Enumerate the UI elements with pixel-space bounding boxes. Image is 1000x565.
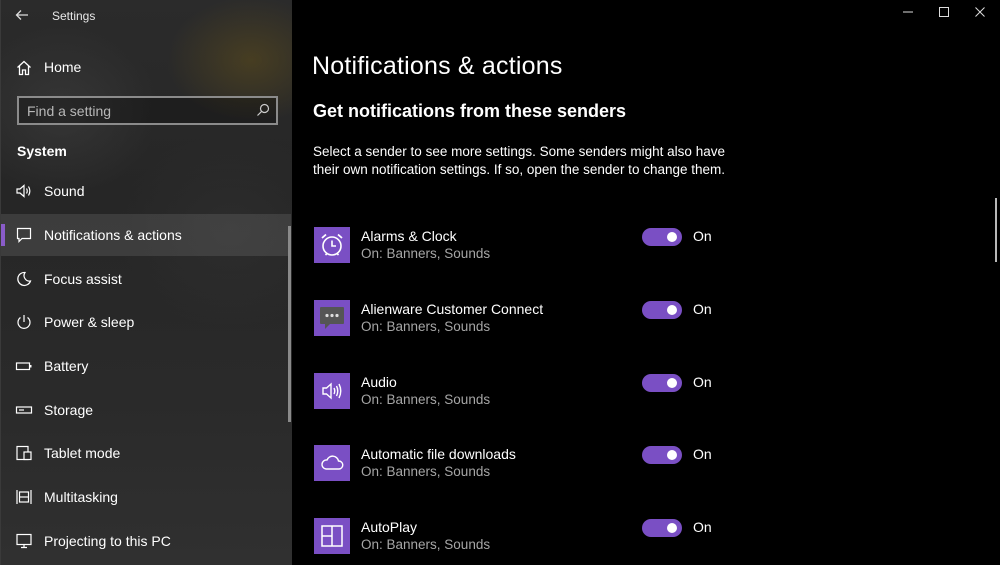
sender-row-alarms-clock[interactable]: Alarms & Clock On: Banners, Sounds On bbox=[314, 227, 794, 267]
multitasking-icon bbox=[16, 490, 32, 504]
toggle-label: On bbox=[693, 374, 712, 390]
speaker-icon bbox=[314, 373, 350, 409]
toggle-label: On bbox=[693, 228, 712, 244]
sidebar-item-power-sleep[interactable]: Power & sleep bbox=[1, 301, 291, 343]
sender-status: On: Banners, Sounds bbox=[361, 537, 491, 552]
speaker-icon bbox=[16, 184, 31, 198]
battery-icon bbox=[15, 362, 32, 371]
maximize-button[interactable] bbox=[934, 6, 954, 24]
sender-toggle[interactable] bbox=[642, 301, 682, 319]
sidebar-item-multitasking[interactable]: Multitasking bbox=[1, 476, 291, 518]
sender-name: Alarms & Clock bbox=[361, 228, 457, 244]
close-button[interactable] bbox=[970, 6, 990, 24]
section-description: Select a sender to see more settings. So… bbox=[313, 144, 726, 177]
sidebar-scrollbar[interactable] bbox=[288, 226, 291, 422]
search-box[interactable] bbox=[17, 96, 278, 125]
sender-name: Alienware Customer Connect bbox=[361, 301, 544, 317]
sender-toggle[interactable] bbox=[642, 374, 682, 392]
home-icon bbox=[17, 60, 31, 76]
sidebar-item-label: Power & sleep bbox=[44, 314, 135, 330]
toggle-label: On bbox=[693, 446, 712, 462]
search-input[interactable] bbox=[27, 101, 247, 121]
sender-toggle[interactable] bbox=[642, 228, 682, 246]
alarm-clock-icon bbox=[314, 227, 350, 263]
sidebar-item-label: Projecting to this PC bbox=[44, 533, 171, 549]
sidebar-item-projecting[interactable]: Projecting to this PC bbox=[1, 520, 291, 562]
storage-icon bbox=[15, 406, 33, 414]
title-bar: Settings bbox=[1, 0, 293, 32]
cloud-icon bbox=[314, 445, 350, 481]
chat-bubble-icon bbox=[314, 300, 350, 336]
minimize-icon bbox=[903, 11, 913, 13]
toggle-label: On bbox=[693, 301, 712, 317]
toggle-knob bbox=[667, 305, 677, 315]
sender-row-audio[interactable]: Audio On: Banners, Sounds On bbox=[314, 373, 794, 413]
sidebar-item-battery[interactable]: Battery bbox=[1, 345, 291, 387]
toggle-label: On bbox=[693, 519, 712, 535]
toggle-knob bbox=[667, 450, 677, 460]
toggle-knob bbox=[667, 378, 677, 388]
sender-status: On: Banners, Sounds bbox=[361, 319, 491, 334]
sender-name: Audio bbox=[361, 374, 397, 390]
section-title: Get notifications from these senders bbox=[313, 101, 627, 121]
tablet-mode-icon bbox=[16, 445, 32, 461]
sender-row-autoplay[interactable]: AutoPlay On: Banners, Sounds On bbox=[314, 518, 794, 558]
sender-status: On: Banners, Sounds bbox=[361, 464, 491, 479]
toggle-knob bbox=[667, 232, 677, 242]
sender-status: On: Banners, Sounds bbox=[361, 392, 491, 407]
sidebar-section-label: System bbox=[17, 143, 67, 159]
close-icon bbox=[975, 7, 985, 17]
sender-name: Automatic file downloads bbox=[361, 446, 516, 462]
sidebar-item-label: Sound bbox=[44, 183, 85, 199]
sidebar-item-label: Storage bbox=[44, 402, 94, 418]
sidebar: Settings Home System Sound Notifications… bbox=[0, 0, 292, 565]
back-arrow-icon bbox=[15, 10, 28, 20]
sidebar-item-label: Home bbox=[44, 59, 82, 75]
maximize-icon bbox=[939, 7, 949, 17]
moon-icon bbox=[17, 271, 32, 287]
autoplay-icon bbox=[314, 518, 350, 554]
sidebar-item-notifications[interactable]: Notifications & actions bbox=[1, 214, 291, 256]
sender-row-alienware[interactable]: Alienware Customer Connect On: Banners, … bbox=[314, 300, 794, 340]
sidebar-item-label: Multitasking bbox=[44, 489, 118, 505]
back-button[interactable] bbox=[11, 4, 33, 26]
sender-toggle[interactable] bbox=[642, 519, 682, 537]
app-title: Settings bbox=[52, 9, 96, 23]
sidebar-item-label: Notifications & actions bbox=[44, 227, 182, 243]
sender-status: On: Banners, Sounds bbox=[361, 246, 491, 261]
sidebar-item-storage[interactable]: Storage bbox=[1, 389, 291, 431]
sidebar-item-home[interactable]: Home bbox=[1, 46, 291, 88]
search-icon[interactable] bbox=[256, 103, 270, 117]
sidebar-item-label: Battery bbox=[44, 358, 89, 374]
sender-row-automatic-file-downloads[interactable]: Automatic file downloads On: Banners, So… bbox=[314, 445, 794, 485]
sender-toggle[interactable] bbox=[642, 446, 682, 464]
main-content: Notifications & actions Get notification… bbox=[292, 0, 1000, 565]
page-title: Notifications & actions bbox=[312, 52, 563, 80]
minimize-button[interactable] bbox=[898, 6, 918, 24]
power-icon bbox=[17, 315, 31, 329]
sidebar-item-focus-assist[interactable]: Focus assist bbox=[1, 258, 291, 300]
notification-icon bbox=[16, 227, 32, 243]
projecting-icon bbox=[16, 533, 32, 549]
main-scrollbar[interactable] bbox=[995, 198, 997, 262]
toggle-knob bbox=[667, 523, 677, 533]
sidebar-item-label: Tablet mode bbox=[44, 445, 121, 461]
sidebar-item-tablet-mode[interactable]: Tablet mode bbox=[1, 432, 291, 474]
sidebar-item-sound[interactable]: Sound bbox=[1, 170, 291, 212]
sender-name: AutoPlay bbox=[361, 519, 418, 535]
sidebar-item-label: Focus assist bbox=[44, 271, 122, 287]
